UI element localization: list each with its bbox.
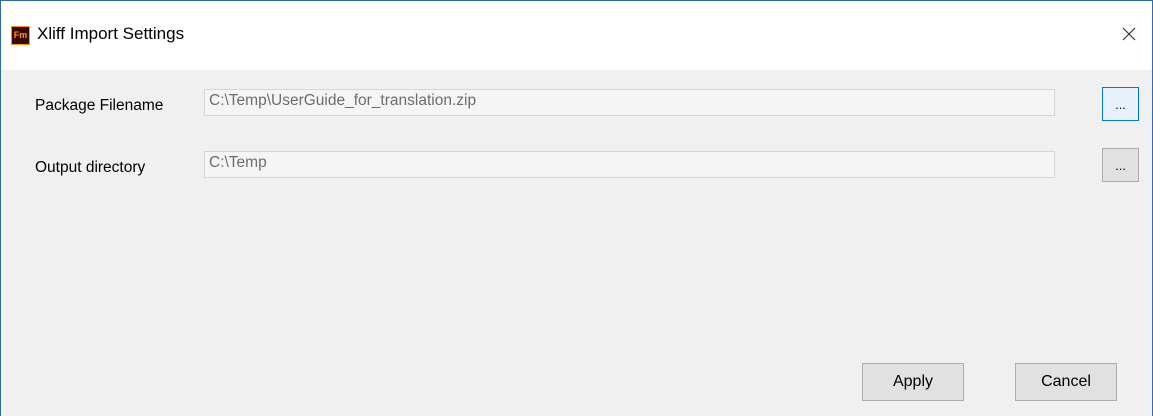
output-directory-field[interactable]: C:\Temp	[204, 151, 1055, 178]
apply-button[interactable]: Apply	[862, 363, 964, 401]
title-bar: Fm Xliff Import Settings	[1, 1, 1152, 70]
close-button[interactable]	[1106, 13, 1152, 57]
package-filename-browse-button[interactable]: ...	[1102, 87, 1139, 121]
package-filename-label: Package Filename	[35, 97, 164, 114]
close-icon	[1122, 27, 1136, 41]
cancel-button[interactable]: Cancel	[1015, 363, 1117, 401]
package-filename-field[interactable]: C:\Temp\UserGuide_for_translation.zip	[204, 89, 1055, 116]
output-directory-label: Output directory	[35, 159, 146, 176]
dialog-title: Xliff Import Settings	[37, 24, 185, 43]
framemaker-app-icon: Fm	[11, 26, 30, 45]
dialog-window: Fm Xliff Import Settings Package Filenam…	[0, 0, 1153, 416]
output-directory-browse-button[interactable]: ...	[1102, 148, 1139, 182]
